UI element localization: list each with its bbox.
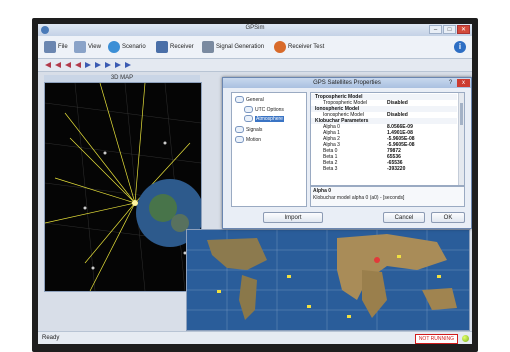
motion-icon: [235, 136, 244, 143]
file-icon: [44, 41, 56, 53]
description-text: Klobuchar model alpha 0 (a0) - [seconds]: [313, 195, 405, 201]
step-back-icon[interactable]: [54, 61, 62, 69]
window-controls: – □ ✕: [429, 25, 470, 34]
status-bar: Ready NOT RUNNING: [38, 331, 472, 344]
running-status-badge: NOT RUNNING: [414, 334, 458, 344]
fast-forward-icon[interactable]: [104, 61, 112, 69]
tree-item-motion[interactable]: Motion: [235, 136, 261, 143]
maximize-button[interactable]: □: [443, 25, 456, 34]
gps-satellites-properties-dialog: GPS Satellites Properties ? x General UT…: [222, 77, 472, 229]
property-scrollbar[interactable]: [458, 93, 464, 185]
dialog-title: GPS Satellites Properties: [223, 78, 471, 88]
menu-receiver[interactable]: Receiver: [156, 40, 194, 54]
tree-item-signals[interactable]: Signals: [235, 126, 262, 133]
receiver-marker: [132, 200, 138, 206]
map-title: 3D MAP: [44, 75, 200, 82]
tree-item-label: Motion: [246, 136, 262, 143]
satellite-marker: [163, 141, 167, 145]
status-led-icon: [462, 335, 469, 342]
tree-item-label: Signals: [246, 126, 263, 133]
rewind-icon[interactable]: [64, 61, 72, 69]
menu-label: Scenario: [122, 44, 146, 50]
signal-icon: [202, 41, 214, 53]
app-window: GPSim – □ ✕ File View Scenario Receiver …: [38, 24, 472, 344]
settings-tree: General UTC Options Atmosphere Signals M…: [231, 92, 307, 207]
minimize-button[interactable]: –: [429, 25, 442, 34]
ok-button[interactable]: OK: [431, 212, 465, 223]
status-text: Ready: [42, 335, 60, 341]
menu-label: File: [58, 44, 68, 50]
dialog-close-button[interactable]: x: [457, 79, 470, 87]
tree-item-label: UTC Options: [255, 106, 284, 113]
step-forward-icon[interactable]: [94, 61, 102, 69]
folder-icon: [235, 96, 244, 103]
menu-label: Receiver Test: [288, 44, 325, 50]
skip-end-icon[interactable]: [114, 61, 122, 69]
map-3d-canvas: [44, 82, 204, 292]
world-map-canvas: [187, 230, 469, 330]
window-title: GPSim: [245, 25, 265, 31]
tree-item-label: Atmosphere: [255, 115, 284, 122]
play-icon[interactable]: [84, 61, 92, 69]
title-bar: GPSim – □ ✕: [38, 24, 472, 36]
menu-signal-generation[interactable]: Signal Generation: [202, 40, 264, 54]
menu-view[interactable]: View: [74, 40, 101, 54]
receiver-position-marker: [374, 257, 380, 263]
world-map-view[interactable]: [186, 229, 470, 331]
playback-toolbar: [38, 59, 472, 72]
satellite-marker: [91, 266, 95, 270]
tree-item-label: General: [246, 96, 264, 103]
info-icon[interactable]: i: [454, 41, 466, 53]
menu-bar: File View Scenario Receiver Signal Gener…: [38, 36, 472, 59]
menu-file[interactable]: File: [44, 40, 68, 54]
tree-item-general[interactable]: General: [235, 96, 264, 103]
settings-icon: [244, 115, 253, 122]
settings-icon: [244, 106, 253, 113]
menu-label: View: [88, 44, 101, 50]
property-description: Alpha 0 Klobuchar model alpha 0 (a0) - […: [310, 186, 465, 207]
description-title: Alpha 0: [313, 188, 332, 194]
satellite-marker: [103, 151, 107, 155]
property-grid: Tropospheric Model Tropospheric Model Dis…: [310, 92, 465, 186]
menu-receiver-test[interactable]: Receiver Test: [274, 40, 324, 54]
plane-icon: [156, 41, 168, 53]
menu-label: Receiver: [170, 44, 194, 50]
signal-icon: [235, 126, 244, 133]
cancel-button[interactable]: Cancel: [383, 212, 425, 223]
eject-icon[interactable]: [124, 61, 132, 69]
tree-item-utc-options[interactable]: UTC Options: [244, 106, 284, 113]
satellite-marker: [83, 206, 87, 210]
menu-label: Signal Generation: [216, 44, 265, 50]
stop-icon[interactable]: [74, 61, 82, 69]
tree-item-atmosphere[interactable]: Atmosphere: [244, 115, 284, 122]
test-icon: [274, 41, 286, 53]
menu-scenario[interactable]: Scenario: [108, 40, 146, 54]
property-row[interactable]: Beta 3 -393220: [311, 166, 457, 172]
skip-start-icon[interactable]: [44, 61, 52, 69]
globe-icon: [108, 41, 120, 53]
dialog-help-button[interactable]: ?: [446, 79, 455, 87]
map-3d-view[interactable]: [44, 82, 204, 292]
import-button[interactable]: Import: [263, 212, 323, 223]
view-icon: [74, 41, 86, 53]
close-button[interactable]: ✕: [457, 25, 470, 34]
